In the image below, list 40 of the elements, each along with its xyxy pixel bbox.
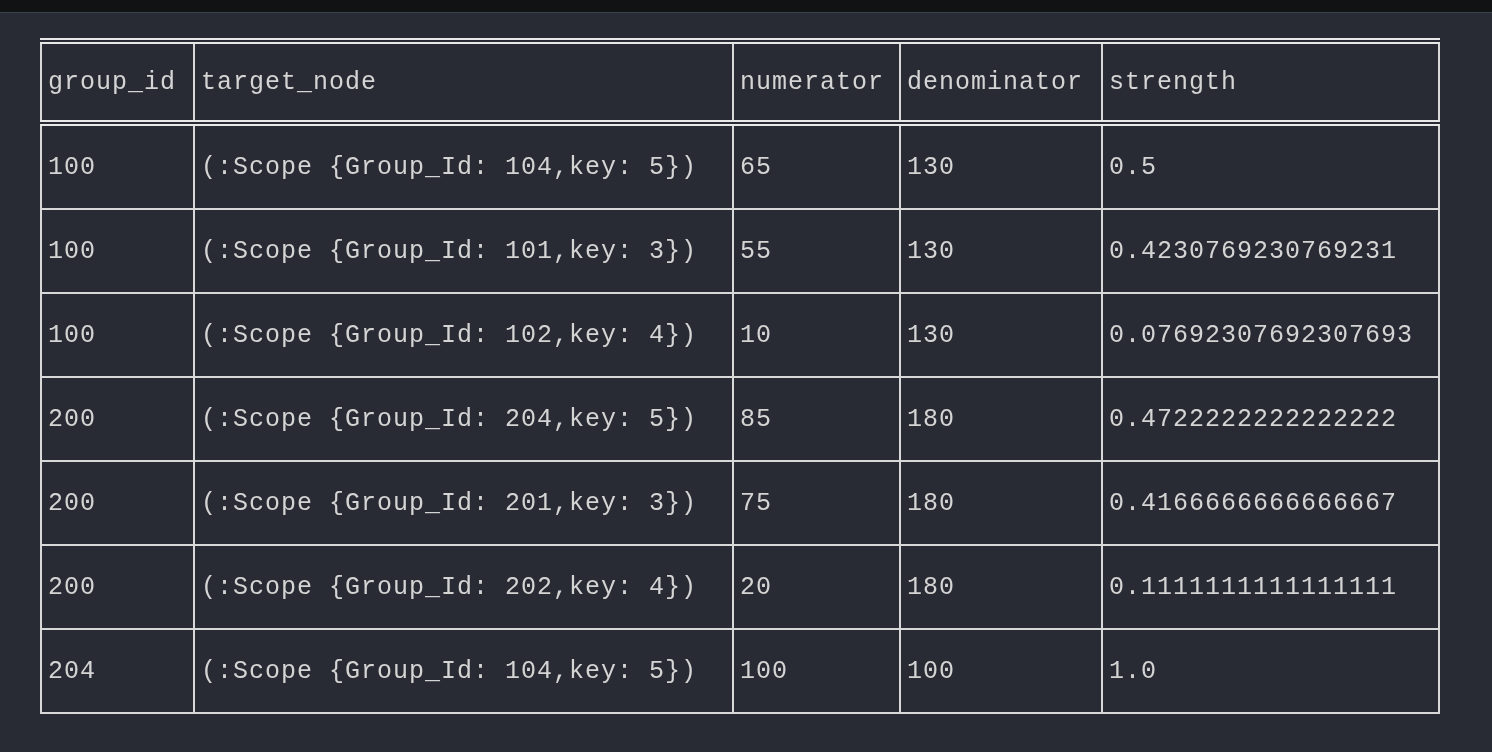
table-cell: 1.0 xyxy=(1102,629,1439,713)
table-cell: 130 xyxy=(900,209,1102,293)
table-cell: 0.4230769230769231 xyxy=(1102,209,1439,293)
table-cell: 0.5 xyxy=(1102,123,1439,209)
table-cell: 200 xyxy=(41,377,194,461)
table-cell: (:Scope {Group_Id: 104,key: 5}) xyxy=(194,123,733,209)
table-cell: 55 xyxy=(733,209,900,293)
column-header: numerator xyxy=(733,41,900,123)
table-cell: 200 xyxy=(41,545,194,629)
table-cell: (:Scope {Group_Id: 204,key: 5}) xyxy=(194,377,733,461)
table-cell: 10 xyxy=(733,293,900,377)
table-cell: 100 xyxy=(41,293,194,377)
column-header: denominator xyxy=(900,41,1102,123)
table-cell: 200 xyxy=(41,461,194,545)
table-cell: 65 xyxy=(733,123,900,209)
table-cell: 130 xyxy=(900,293,1102,377)
table-cell: (:Scope {Group_Id: 102,key: 4}) xyxy=(194,293,733,377)
table-cell: 0.07692307692307693 xyxy=(1102,293,1439,377)
table-cell: 180 xyxy=(900,377,1102,461)
table-cell: 180 xyxy=(900,545,1102,629)
table-cell: 100 xyxy=(733,629,900,713)
table-cell: 0.4722222222222222 xyxy=(1102,377,1439,461)
table-cell: 0.1111111111111111 xyxy=(1102,545,1439,629)
table-cell: 204 xyxy=(41,629,194,713)
table-cell: 75 xyxy=(733,461,900,545)
table-cell: 20 xyxy=(733,545,900,629)
table-cell: (:Scope {Group_Id: 104,key: 5}) xyxy=(194,629,733,713)
table-cell: (:Scope {Group_Id: 202,key: 4}) xyxy=(194,545,733,629)
column-header: strength xyxy=(1102,41,1439,123)
table-cell: 100 xyxy=(900,629,1102,713)
table-cell: 0.4166666666666667 xyxy=(1102,461,1439,545)
column-header: group_id xyxy=(41,41,194,123)
table-cell: 100 xyxy=(41,123,194,209)
table-cell: (:Scope {Group_Id: 101,key: 3}) xyxy=(194,209,733,293)
table-cell: (:Scope {Group_Id: 201,key: 3}) xyxy=(194,461,733,545)
table-cell: 180 xyxy=(900,461,1102,545)
table-cell: 100 xyxy=(41,209,194,293)
table-cell: 130 xyxy=(900,123,1102,209)
column-header: target_node xyxy=(194,41,733,123)
table-cell: 85 xyxy=(733,377,900,461)
